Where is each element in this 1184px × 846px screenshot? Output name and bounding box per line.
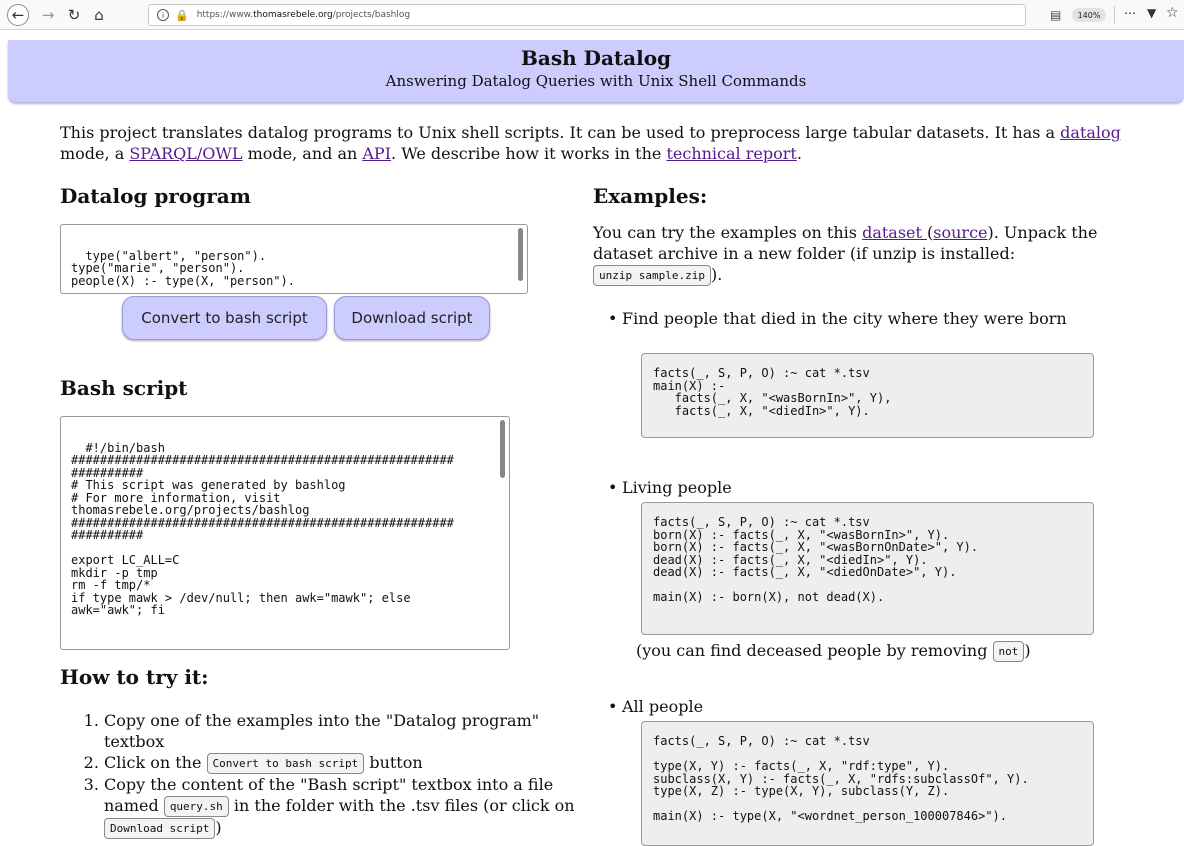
intro-text: mode, and an [242, 144, 363, 163]
inline-code: unzip sample.zip [593, 265, 711, 286]
step-text: ) [215, 818, 222, 837]
inline-code: query.sh [163, 796, 229, 817]
inline-code: Download script [104, 818, 216, 839]
source-link[interactable]: source [933, 223, 987, 242]
page-subtitle: Answering Datalog Queries with Unix Shel… [385, 72, 807, 90]
list-item: Copy the content of the "Bash script" te… [104, 774, 590, 839]
bookmark-star-icon[interactable]: ☆ [1166, 5, 1179, 21]
browser-toolbar: ← → ↻ ⌂ i 🔒 https://www.thomasrebele.org… [0, 0, 1184, 30]
dataset-link[interactable]: dataset [862, 223, 927, 242]
pocket-icon[interactable]: ▼ [1147, 6, 1156, 20]
download-script-button[interactable]: Download script [334, 296, 490, 340]
lock-icon: 🔒 [175, 8, 189, 22]
step-text: Copy one of the examples into the "Datal… [104, 711, 540, 751]
url-bar[interactable]: i 🔒 https://www.thomasrebele.org/project… [148, 4, 1026, 26]
note-text: ) [1024, 641, 1031, 660]
bash-script-textarea[interactable]: #!/bin/bash ############################… [60, 416, 510, 650]
intro-paragraph: This project translates datalog programs… [60, 122, 1170, 164]
info-icon[interactable]: i [157, 9, 169, 21]
example-code-block: facts(_, S, P, O) :~ cat *.tsv type(X, Y… [641, 721, 1094, 846]
intro-text: . We describe how it works in the [391, 144, 667, 163]
example-code-block: facts(_, S, P, O) :~ cat *.tsv main(X) :… [641, 353, 1094, 438]
home-icon[interactable]: ⌂ [89, 5, 109, 25]
example-title-died-in-birth-city: Find people that died in the city where … [608, 308, 1092, 329]
inline-code: not [992, 641, 1025, 662]
datalog-program-heading: Datalog program [60, 184, 251, 208]
reload-icon[interactable]: ↻ [64, 5, 84, 25]
step-text: in the folder with the .tsv files (or cl… [228, 796, 575, 815]
datalog-link[interactable]: datalog [1060, 123, 1121, 142]
convert-to-bash-button[interactable]: Convert to bash script [122, 296, 327, 340]
scrollbar[interactable] [500, 420, 505, 478]
deceased-note: (you can find deceased people by removin… [636, 640, 1031, 662]
bash-script-text: #!/bin/bash ############################… [71, 440, 454, 617]
example-title-living-people: Living people [608, 477, 1092, 498]
intro-text: . [796, 144, 802, 163]
step-text: Click on the [104, 753, 207, 772]
url-text: https://www.thomasrebele.org/projects/ba… [196, 10, 411, 20]
page-title: Bash Datalog [520, 46, 672, 70]
example-code-block: facts(_, S, P, O) :~ cat *.tsv born(X) :… [641, 502, 1094, 635]
list-item: Copy one of the examples into the "Datal… [104, 710, 590, 752]
how-to-heading: How to try it: [60, 665, 209, 689]
toolbar-divider [1114, 6, 1115, 24]
datalog-program-textarea[interactable]: type("albert", "person"). type("marie", … [60, 224, 528, 294]
forward-arrow-icon[interactable]: → [38, 5, 58, 25]
bash-script-heading: Bash script [60, 376, 188, 400]
sparql-owl-link[interactable]: SPARQL/OWL [129, 144, 242, 163]
reader-view-icon[interactable]: ▤ [1050, 8, 1061, 22]
technical-report-link[interactable]: technical report [666, 144, 796, 163]
back-arrow-icon[interactable]: ← [7, 4, 29, 26]
step-text: button [364, 753, 423, 772]
header-banner: Bash Datalog Answering Datalog Queries w… [8, 40, 1184, 102]
intro-text: mode, a [60, 144, 130, 163]
examples-text: You can try the examples on this [593, 223, 863, 242]
zoom-badge[interactable]: 140% [1072, 8, 1106, 22]
scrollbar[interactable] [518, 228, 523, 281]
intro-text: This project translates datalog programs… [60, 123, 1061, 142]
datalog-program-text: type("albert", "person"). type("marie", … [71, 248, 295, 288]
examples-intro: You can try the examples on this dataset… [593, 222, 1118, 286]
list-item: Click on the Convert to bash script butt… [104, 752, 590, 774]
how-to-steps: Copy one of the examples into the "Datal… [60, 710, 590, 839]
note-text: (you can find deceased people by removin… [636, 641, 993, 660]
examples-text: ). [710, 265, 723, 284]
api-link[interactable]: API [362, 144, 391, 163]
examples-heading: Examples: [593, 184, 708, 208]
more-actions-icon[interactable]: ⋯ [1124, 6, 1136, 20]
example-title-all-people: All people [608, 696, 1092, 717]
inline-code: Convert to bash script [206, 753, 365, 774]
